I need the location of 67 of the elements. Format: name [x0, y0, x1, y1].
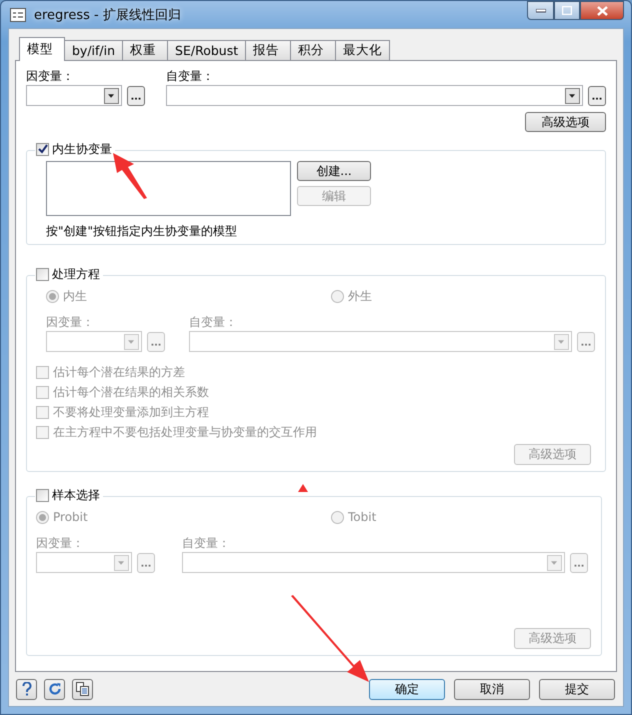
field-label: 因变量：: [46, 315, 95, 329]
checkbox[interactable]: [36, 406, 49, 418]
group-title: 处理方程: [52, 267, 100, 281]
field-label: 自变量：: [182, 536, 231, 550]
arrow-icon: [289, 594, 371, 684]
radio-button[interactable]: [331, 290, 344, 302]
checkbox[interactable]: [36, 386, 49, 398]
help-icon: [22, 682, 32, 696]
group-title: 样本选择: [52, 488, 100, 502]
checkbox[interactable]: [36, 268, 49, 280]
dropdown-field[interactable]: [182, 552, 565, 573]
option-label: 估计每个潜在结果的方差: [53, 365, 185, 379]
arrow-icon: [111, 151, 149, 201]
tab[interactable]: 积分: [290, 40, 336, 61]
browse-button[interactable]: [588, 86, 606, 106]
minimize-icon: [536, 8, 546, 12]
window-title: eregress - 扩展线性回归: [34, 6, 181, 24]
help-button[interactable]: [16, 678, 37, 700]
triangle-icon: [298, 484, 308, 492]
window-icon: [10, 8, 26, 22]
tab[interactable]: by/if/in: [64, 40, 124, 61]
dialog-button[interactable]: 提交: [539, 678, 615, 700]
radio-button[interactable]: [46, 290, 59, 302]
field-label: 因变量：: [26, 69, 75, 83]
tab[interactable]: 最大化: [335, 40, 390, 61]
documents-icon: [76, 682, 89, 696]
tab[interactable]: 权重: [122, 40, 168, 61]
field-label: 自变量：: [189, 315, 238, 329]
field-label: 自变量：: [166, 69, 215, 83]
close-icon: [596, 6, 608, 16]
action-button[interactable]: 创建...: [297, 161, 371, 181]
hint-text: 按"创建"按钮指定内生协变量的模型: [46, 224, 238, 238]
checkbox[interactable]: [36, 366, 49, 378]
tab[interactable]: SE/Robust: [167, 40, 246, 61]
radio-label: 内生: [63, 289, 87, 303]
dropdown-field[interactable]: [166, 85, 583, 106]
minimize-button[interactable]: [527, 1, 554, 20]
radio-button[interactable]: [331, 510, 344, 524]
model-list[interactable]: [46, 161, 291, 216]
group-title: 内生协变量: [52, 142, 112, 156]
browse-button[interactable]: [127, 86, 145, 106]
dropdown-field[interactable]: [189, 331, 572, 352]
option-label: 在主方程中不要包括处理变量与协变量的交互作用: [53, 425, 317, 439]
radio-label: Probit: [53, 510, 88, 524]
field-label: 因变量：: [36, 536, 85, 550]
tab[interactable]: 报告: [245, 40, 292, 61]
option-label: 不要将处理变量添加到主方程: [53, 405, 209, 419]
dropdown-field[interactable]: [26, 85, 122, 106]
maximize-button[interactable]: [554, 1, 580, 20]
checkbox[interactable]: [36, 142, 49, 156]
checkbox[interactable]: [36, 488, 49, 502]
dialog-button[interactable]: 取消: [454, 678, 530, 700]
refresh-icon: [48, 682, 62, 696]
advanced-options-button[interactable]: 高级选项: [525, 112, 606, 132]
dropdown-field[interactable]: [36, 552, 132, 573]
option-label: 估计每个潜在结果的相关系数: [53, 385, 209, 399]
dialog-button[interactable]: 确定: [369, 678, 445, 700]
maximize-icon: [562, 6, 572, 15]
radio-button[interactable]: [36, 510, 49, 524]
copy-button[interactable]: [72, 678, 93, 700]
tab[interactable]: 模型: [19, 37, 65, 61]
radio-label: Tobit: [348, 510, 376, 524]
radio-label: 外生: [348, 289, 372, 303]
dropdown-field[interactable]: [46, 331, 142, 352]
close-button[interactable]: [580, 1, 624, 20]
reset-button[interactable]: [44, 678, 65, 700]
checkbox[interactable]: [36, 426, 49, 438]
